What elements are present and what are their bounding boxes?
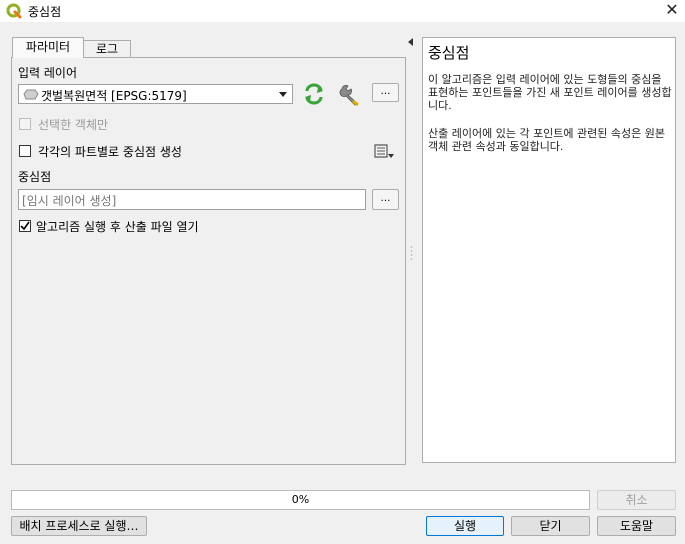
iterate-over-features-icon[interactable] [302,82,326,106]
output-placeholder: [임시 레이어 생성] [22,194,117,208]
open-after-label: 알고리즘 실행 후 산출 파일 열기 [36,220,199,234]
qgis-logo-icon [6,3,22,19]
polygon-layer-icon [23,89,39,100]
wrench-icon[interactable] [338,83,362,107]
cancel-button[interactable]: 취소 [597,490,676,510]
output-label: 중심점 [18,170,52,184]
tab-parameters[interactable]: 파라미터 [12,37,84,58]
parameters-panel: 입력 레이어 갯벌복원면적 [EPSG:5179] … 선택한 객체만 각각의 … [11,57,406,465]
tab-log[interactable]: 로그 [83,40,131,58]
selected-only-label: 선택한 객체만 [38,118,109,132]
help-button[interactable]: 도움말 [597,516,676,536]
help-paragraph-description: 이 알고리즘은 입력 레이어에 있는 도형들의 중심을 표현하는 포인트들을 가… [428,73,672,112]
help-panel: 중심점 이 알고리즘은 입력 레이어에 있는 도형들의 중심을 표현하는 포인트… [422,37,676,463]
window-title: 중심점 [28,5,62,19]
input-layer-more-button[interactable]: … [372,83,399,102]
help-paragraph-attributes: 산출 레이어에 있는 각 포인트에 관련된 속성은 원본 객체 관련 속성과 동… [428,127,665,153]
close-button[interactable]: 닫기 [511,516,590,536]
output-field[interactable]: [임시 레이어 생성] [18,189,366,210]
close-icon[interactable]: ✕ [660,0,684,20]
splitter-handle[interactable] [410,245,413,261]
chevron-down-icon [279,92,287,97]
title-bar: 중심점 ✕ [0,0,685,22]
selected-only-checkbox[interactable] [19,118,31,130]
collapse-arrow-icon[interactable] [407,38,415,46]
run-button[interactable]: 실행 [426,516,504,536]
input-layer-label: 입력 레이어 [18,66,78,80]
per-part-checkbox[interactable] [19,145,31,157]
input-layer-value: 갯벌복원면적 [EPSG:5179] [41,89,187,103]
open-after-checkbox[interactable] [19,220,31,232]
batch-process-button[interactable]: 배치 프로세스로 실행… [11,516,147,536]
per-part-label: 각각의 파트별로 중심점 생성 [38,145,182,159]
output-more-button[interactable]: … [372,189,399,210]
checkmark-icon [20,221,30,231]
data-defined-override-icon[interactable] [373,142,395,160]
input-layer-combo[interactable]: 갯벌복원면적 [EPSG:5179] [18,84,293,104]
progress-bar: 0% [11,490,590,510]
help-title: 중심점 [428,44,470,62]
